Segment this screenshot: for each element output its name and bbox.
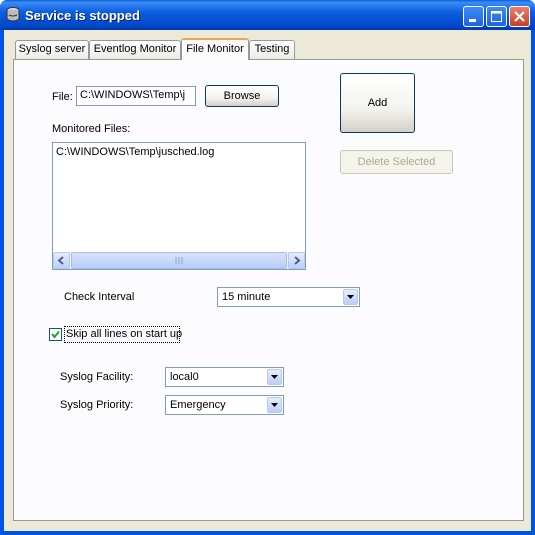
scroll-right-button[interactable]: [288, 252, 305, 269]
minimize-icon: [469, 19, 476, 22]
scroll-left-button[interactable]: [53, 252, 70, 269]
title-bar[interactable]: Service is stopped: [0, 0, 535, 30]
add-button[interactable]: Add: [340, 73, 415, 133]
close-icon: [514, 11, 525, 22]
tab-syslog-server[interactable]: Syslog server: [15, 40, 89, 59]
app-icon: [6, 7, 20, 22]
chevron-down-icon: [271, 375, 278, 379]
checkmark-icon: [51, 330, 60, 339]
maximize-icon: [491, 11, 502, 22]
check-interval-dropdown-button[interactable]: [343, 289, 358, 305]
syslog-priority-value: Emergency: [170, 399, 226, 411]
horizontal-scrollbar[interactable]: [53, 252, 305, 269]
check-interval-select[interactable]: 15 minute: [217, 287, 360, 307]
file-path-input[interactable]: C:\WINDOWS\Temp\j: [76, 86, 196, 106]
tab-label: Eventlog Monitor: [93, 43, 177, 55]
browse-button[interactable]: Browse: [205, 85, 279, 107]
syslog-facility-value: local0: [170, 371, 199, 383]
monitored-files-list[interactable]: C:\WINDOWS\Temp\jusched.log: [52, 142, 306, 270]
minimize-button[interactable]: [463, 6, 484, 27]
file-label: File:: [52, 91, 73, 103]
window-title: Service is stopped: [25, 8, 140, 23]
skip-lines-checkbox[interactable]: [49, 328, 62, 341]
delete-selected-button[interactable]: Delete Selected: [340, 150, 453, 174]
tab-eventlog-monitor[interactable]: Eventlog Monitor: [89, 40, 181, 59]
syslog-facility-label: Syslog Facility:: [60, 371, 134, 383]
check-interval-label: Check Interval: [64, 291, 135, 303]
check-interval-value: 15 minute: [222, 291, 271, 303]
syslog-facility-dropdown-button[interactable]: [267, 369, 282, 385]
tab-label: Testing: [254, 43, 290, 55]
close-button[interactable]: [509, 6, 530, 27]
syslog-priority-select[interactable]: Emergency: [165, 395, 284, 415]
scroll-grip-icon: [175, 257, 183, 264]
syslog-priority-label: Syslog Priority:: [60, 399, 134, 411]
maximize-button[interactable]: [486, 6, 507, 27]
app-window: Service is stopped Syslog server Eventlo…: [0, 0, 535, 535]
scroll-left-icon: [57, 256, 64, 265]
monitored-files-label: Monitored Files:: [52, 123, 131, 135]
scroll-thumb[interactable]: [71, 252, 287, 269]
list-item[interactable]: C:\WINDOWS\Temp\jusched.log: [56, 146, 214, 158]
tab-testing[interactable]: Testing: [249, 40, 295, 59]
chevron-down-icon: [271, 403, 278, 407]
tab-file-monitor[interactable]: File Monitor: [181, 38, 249, 60]
skip-lines-label[interactable]: Skip all lines on start up: [66, 328, 182, 340]
tab-label: Syslog server: [18, 43, 86, 55]
scroll-right-icon: [294, 256, 301, 265]
syslog-priority-dropdown-button[interactable]: [267, 397, 282, 413]
tab-label: File Monitor: [186, 43, 244, 55]
chevron-down-icon: [347, 295, 354, 299]
syslog-facility-select[interactable]: local0: [165, 367, 284, 387]
